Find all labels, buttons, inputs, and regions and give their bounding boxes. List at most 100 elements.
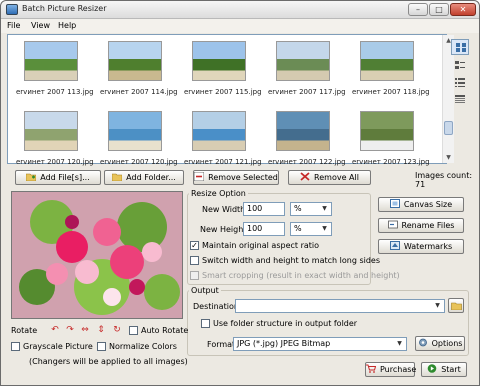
thumbnail-label: ervинет 2007 120.jpg: [16, 158, 94, 166]
flip-vertical-icon[interactable]: ⇕: [96, 326, 106, 335]
preview-image: [11, 191, 183, 319]
chevron-down-icon: ▼: [322, 205, 327, 212]
format-value: JPG (*.jpg) JPEG Bitmap: [237, 339, 331, 348]
thumbnail-image: [108, 111, 162, 151]
watermarks-label: Watermarks: [403, 242, 453, 251]
thumbnail-label: ervинет 2007 114.jpg: [100, 88, 178, 96]
watermark-icon: [389, 241, 400, 250]
folder-plus-icon: [26, 173, 37, 181]
app-window: Batch Picture Resizer – □ ✕ File View He…: [0, 0, 480, 386]
scroll-down-arrow-icon[interactable]: ▼: [443, 152, 454, 163]
use-folder-structure-checkbox[interactable]: [201, 319, 210, 328]
flip-horizontal-icon[interactable]: ⇔: [80, 326, 90, 335]
thumbnail-label: ervинет 2007 117.jpg: [268, 88, 346, 96]
view-large-icons-button[interactable]: [451, 58, 469, 74]
options-button[interactable]: Options: [415, 336, 465, 351]
auto-rotate-label: Auto Rotate: [141, 326, 189, 335]
cart-icon: [366, 364, 376, 373]
destination-input[interactable]: ▼: [235, 299, 445, 313]
image-list[interactable]: ervинет 2007 113.jpg ervинет 2007 114.jp…: [7, 34, 454, 166]
watermarks-button[interactable]: Watermarks: [378, 239, 464, 254]
remove-selected-button[interactable]: Remove Selected: [193, 170, 279, 185]
gear-icon: [418, 338, 427, 347]
chevron-down-icon: ▼: [322, 225, 327, 232]
grayscale-checkbox[interactable]: [11, 342, 20, 351]
menu-bar: File View Help: [1, 19, 479, 33]
view-list-button[interactable]: [451, 75, 469, 91]
flower-bouquet-image: [12, 192, 182, 318]
menu-file[interactable]: File: [7, 21, 20, 30]
scrollbar-thumb[interactable]: [444, 121, 453, 135]
menu-view[interactable]: View: [31, 21, 50, 30]
rotate-left-icon[interactable]: ↶: [50, 326, 60, 335]
grayscale-label: Grayscale Picture: [23, 342, 93, 351]
maintain-ratio-label: Maintain original aspect ratio: [202, 241, 320, 250]
rename-files-button[interactable]: Rename Files: [378, 218, 464, 233]
remove-selected-label: Remove Selected: [208, 173, 278, 182]
images-count-status: Images count: 71: [415, 171, 473, 189]
thumbnail-image: [192, 41, 246, 81]
output-title: Output: [189, 286, 221, 295]
add-files-button[interactable]: Add File[s]...: [15, 170, 101, 185]
close-icon: [300, 172, 310, 181]
start-label: Start: [441, 365, 461, 374]
play-icon: [427, 364, 437, 373]
purchase-label: Purchase: [380, 365, 417, 374]
add-folder-label: Add Folder...: [126, 173, 176, 182]
new-width-input[interactable]: 100: [243, 202, 285, 216]
remove-all-label: Remove All: [314, 173, 359, 182]
maximize-button[interactable]: □: [429, 3, 449, 16]
maintain-ratio-checkbox[interactable]: ✓: [190, 241, 199, 250]
rotate-right-icon[interactable]: ↷: [65, 326, 75, 335]
add-files-label: Add File[s]...: [40, 173, 90, 182]
rename-files-label: Rename Files: [401, 221, 455, 230]
view-details-button[interactable]: [451, 92, 469, 108]
thumbnail-label: ervинет 2007 113.jpg: [16, 88, 94, 96]
normalize-colors-label: Normalize Colors: [109, 342, 177, 351]
close-window-button[interactable]: ✕: [450, 3, 476, 16]
add-folder-button[interactable]: Add Folder...: [104, 170, 184, 185]
height-unit-select[interactable]: % ▼: [290, 222, 332, 236]
chevron-down-icon: ▼: [397, 340, 402, 347]
large-icons-view-icon: [455, 61, 465, 69]
view-thumbnails-button[interactable]: [451, 39, 469, 55]
thumbnails-view-icon: [456, 43, 466, 52]
normalize-colors-checkbox[interactable]: [97, 342, 106, 351]
thumbnail-image: [24, 41, 78, 81]
resize-option-title: Resize Option: [189, 189, 248, 198]
remove-icon: [194, 172, 205, 181]
canvas-icon: [389, 199, 400, 208]
browse-destination-button[interactable]: [448, 298, 464, 313]
destination-label: Destination: [193, 302, 239, 311]
chevron-down-icon: ▼: [435, 302, 440, 309]
rotate-label: Rotate: [11, 326, 38, 335]
thumbnail-image: [276, 41, 330, 81]
auto-rotate-checkbox[interactable]: [129, 326, 138, 335]
menu-help[interactable]: Help: [58, 21, 76, 30]
smart-crop-checkbox[interactable]: [190, 271, 199, 280]
remove-all-button[interactable]: Remove All: [288, 170, 371, 185]
new-height-input[interactable]: 100: [243, 222, 285, 236]
minimize-button[interactable]: –: [408, 3, 428, 16]
reset-rotation-icon[interactable]: ↻: [112, 326, 122, 335]
width-unit-select[interactable]: % ▼: [290, 202, 332, 216]
start-button[interactable]: Start: [421, 362, 467, 377]
canvas-size-button[interactable]: Canvas Size: [378, 197, 464, 212]
thumbnail-label: ervинет 2007 118.jpg: [352, 88, 430, 96]
thumbnail-image: [24, 111, 78, 151]
thumbnail-image: [108, 41, 162, 81]
switch-sides-checkbox[interactable]: [190, 256, 199, 265]
use-folder-structure-label: Use folder structure in output folder: [213, 319, 358, 328]
app-icon: [6, 4, 18, 15]
thumbnail-image: [360, 41, 414, 81]
new-width-label: New Width: [202, 205, 246, 214]
purchase-button[interactable]: Purchase: [365, 362, 417, 377]
new-height-label: New Height: [200, 225, 247, 234]
list-view-icon: [455, 78, 465, 87]
folder-open-icon: [450, 302, 462, 311]
format-select[interactable]: JPG (*.jpg) JPEG Bitmap ▼: [233, 337, 407, 351]
smart-crop-label: Smart cropping (result in exact width an…: [202, 271, 400, 280]
thumbnail-label: ervинет 2007 120.jpg: [100, 158, 178, 166]
width-unit-value: %: [294, 204, 302, 213]
title-bar: Batch Picture Resizer – □ ✕: [1, 1, 479, 19]
